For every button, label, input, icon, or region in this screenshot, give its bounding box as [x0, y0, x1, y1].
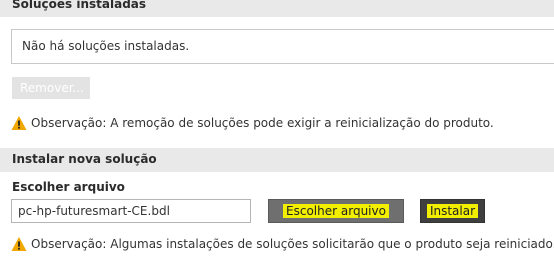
remove-button[interactable]: Remover... [12, 77, 90, 99]
file-path-input[interactable] [11, 199, 251, 223]
installed-solutions-list: Não há soluções instaladas. [11, 29, 554, 64]
warning-icon [11, 116, 27, 130]
install-button-label: Instalar [426, 204, 479, 218]
removal-note-text: Observação: A remoção de soluções pode e… [31, 116, 494, 130]
empty-list-text: Não há soluções instaladas. [22, 39, 190, 53]
install-button[interactable]: Instalar [420, 199, 485, 223]
choose-file-button-label: Escolher arquivo [283, 204, 389, 218]
installed-solutions-header: Soluções instaladas [0, 0, 554, 17]
removal-note: Observação: A remoção de soluções pode e… [11, 115, 494, 131]
choose-file-button[interactable]: Escolher arquivo [268, 199, 404, 223]
choose-file-label: Escolher arquivo [12, 180, 125, 194]
install-note: Observação: Algumas instalações de soluç… [11, 236, 554, 252]
install-new-solution-header: Instalar nova solução [0, 148, 554, 172]
warning-icon [11, 237, 27, 251]
install-note-text: Observação: Algumas instalações de soluç… [31, 237, 554, 251]
